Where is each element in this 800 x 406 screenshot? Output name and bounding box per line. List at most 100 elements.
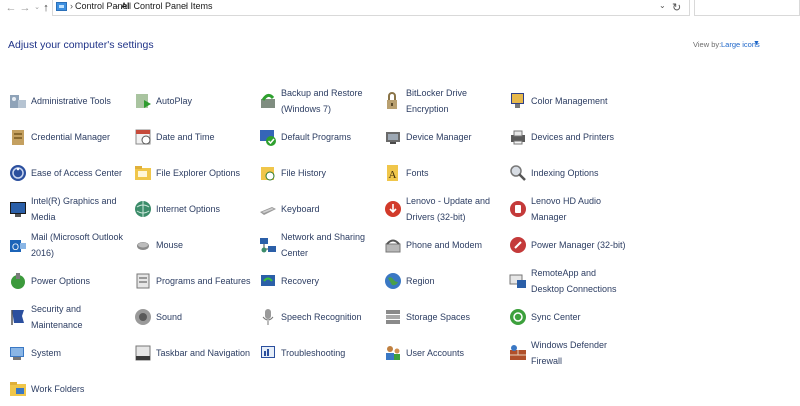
user-accounts-icon <box>383 343 403 363</box>
devices-printers-icon <box>508 127 528 147</box>
item-label: Phone and Modem <box>406 240 483 250</box>
network-sharing-icon <box>258 235 278 255</box>
mouse-icon <box>133 235 153 255</box>
item-label: Programs and Features <box>156 276 251 286</box>
item-label: User Accounts <box>406 348 465 358</box>
item-internet-options[interactable]: Internet Options <box>133 192 256 226</box>
item-lenovo-audio[interactable]: Lenovo HD Audio Manager <box>508 192 631 226</box>
item-speech-recognition[interactable]: Speech Recognition <box>258 300 381 334</box>
item-phone-modem[interactable]: Phone and Modem <box>383 228 506 262</box>
item-power-manager[interactable]: Power Manager (32-bit) <box>508 228 631 262</box>
view-by-chevron-icon[interactable]: ▼ <box>753 40 760 47</box>
item-programs-features[interactable]: Programs and Features <box>133 264 256 298</box>
item-label: Ease of Access Center <box>31 168 123 178</box>
item-sound[interactable]: Sound <box>133 300 256 334</box>
item-file-explorer-options[interactable]: File Explorer Options <box>133 156 256 190</box>
item-label: Keyboard <box>281 204 320 214</box>
item-indexing-options[interactable]: Indexing Options <box>508 156 631 190</box>
item-administrative-tools[interactable]: Administrative Tools <box>8 84 131 118</box>
sync-center-icon <box>508 307 528 327</box>
item-keyboard[interactable]: Keyboard <box>258 192 381 226</box>
item-firewall[interactable]: Windows Defender Firewall <box>508 336 631 370</box>
date-time-icon <box>133 127 153 147</box>
item-label: File Explorer Options <box>156 168 241 178</box>
svg-text:A: A <box>389 169 397 181</box>
item-sync-center[interactable]: Sync Center <box>508 300 631 334</box>
item-credential-manager[interactable]: Credential Manager <box>8 120 131 154</box>
item-default-programs[interactable]: Default Programs <box>258 120 381 154</box>
item-label: RemoteApp and Desktop Connections <box>531 268 617 294</box>
item-intel-graphics[interactable]: Intel(R) Graphics and Media <box>8 192 131 226</box>
item-device-manager[interactable]: Device Manager <box>383 120 506 154</box>
item-autoplay[interactable]: AutoPlay <box>133 84 256 118</box>
back-arrow-icon[interactable]: ← <box>4 1 18 15</box>
color-management-icon <box>508 91 528 111</box>
view-by-label: View by: <box>693 40 722 49</box>
item-mouse[interactable]: Mouse <box>133 228 256 262</box>
item-label: Indexing Options <box>531 168 599 178</box>
item-recovery[interactable]: Recovery <box>258 264 381 298</box>
address-bar[interactable]: › Control Panel › All Control Panel Item… <box>52 0 690 16</box>
item-label: File History <box>281 168 327 178</box>
firewall-icon <box>508 343 528 363</box>
item-label: Default Programs <box>281 132 352 142</box>
item-devices-printers[interactable]: Devices and Printers <box>508 120 631 154</box>
item-backup-restore[interactable]: Backup and Restore (Windows 7) <box>258 84 381 118</box>
lenovo-update-icon <box>383 199 403 219</box>
storage-spaces-icon <box>383 307 403 327</box>
item-label: System <box>31 348 62 358</box>
item-taskbar-navigation[interactable]: Taskbar and Navigation <box>133 336 256 370</box>
system-icon <box>8 343 28 363</box>
default-programs-icon <box>258 127 278 147</box>
item-label: Windows Defender Firewall <box>531 340 608 366</box>
control-panel-icon <box>56 2 67 11</box>
item-work-folders[interactable]: Work Folders <box>8 372 131 406</box>
item-network-sharing[interactable]: Network and Sharing Center <box>258 228 381 262</box>
breadcrumb-all-items[interactable]: All Control Panel Items <box>121 1 213 11</box>
file-explorer-options-icon <box>133 163 153 183</box>
refresh-icon[interactable]: ↻ <box>672 1 681 14</box>
taskbar-navigation-icon <box>133 343 153 363</box>
item-system[interactable]: System <box>8 336 131 370</box>
search-input[interactable] <box>694 0 800 16</box>
item-mail[interactable]: O Mail (Microsoft Outlook 2016) <box>8 228 131 262</box>
item-date-time[interactable]: Date and Time <box>133 120 256 154</box>
work-folders-icon <box>8 379 28 399</box>
item-troubleshooting[interactable]: Troubleshooting <box>258 336 381 370</box>
item-label: Region <box>406 276 435 286</box>
address-dropdown-icon[interactable]: ⌄ <box>659 1 666 10</box>
item-file-history[interactable]: File History <box>258 156 381 190</box>
breadcrumb-separator-icon[interactable]: › <box>70 1 73 11</box>
item-color-management[interactable]: Color Management <box>508 84 631 118</box>
item-remoteapp[interactable]: RemoteApp and Desktop Connections <box>508 264 631 298</box>
item-label: BitLocker Drive Encryption <box>406 88 468 114</box>
item-security-maintenance[interactable]: Security and Maintenance <box>8 300 131 334</box>
lenovo-audio-icon <box>508 199 528 219</box>
keyboard-icon <box>258 199 278 219</box>
item-user-accounts[interactable]: User Accounts <box>383 336 506 370</box>
item-label: Work Folders <box>31 384 85 394</box>
security-maintenance-icon <box>8 307 28 327</box>
item-label: Devices and Printers <box>531 132 615 142</box>
svg-text:O: O <box>12 242 19 252</box>
item-ease-of-access[interactable]: Ease of Access Center <box>8 156 131 190</box>
item-bitlocker[interactable]: BitLocker Drive Encryption <box>383 84 506 118</box>
item-label: Lenovo - Update and Drivers (32-bit) <box>406 196 491 222</box>
item-lenovo-update[interactable]: Lenovo - Update and Drivers (32-bit) <box>383 192 506 226</box>
item-label: Power Manager (32-bit) <box>531 240 626 250</box>
item-fonts[interactable]: A Fonts <box>383 156 506 190</box>
item-storage-spaces[interactable]: Storage Spaces <box>383 300 506 334</box>
remoteapp-icon <box>508 271 528 291</box>
page-title: Adjust your computer's settings <box>8 39 154 51</box>
troubleshooting-icon <box>258 343 278 363</box>
indexing-options-icon <box>508 163 528 183</box>
item-label: Storage Spaces <box>406 312 471 322</box>
breadcrumb-separator-icon[interactable]: › <box>185 1 188 11</box>
breadcrumb-separator-icon[interactable]: › <box>115 1 118 11</box>
item-power-options[interactable]: Power Options <box>8 264 131 298</box>
sound-icon <box>133 307 153 327</box>
item-label: Intel(R) Graphics and Media <box>31 196 117 222</box>
up-arrow-icon[interactable]: ↑ <box>39 1 53 15</box>
item-label: Lenovo HD Audio Manager <box>531 196 602 222</box>
item-region[interactable]: Region <box>383 264 506 298</box>
